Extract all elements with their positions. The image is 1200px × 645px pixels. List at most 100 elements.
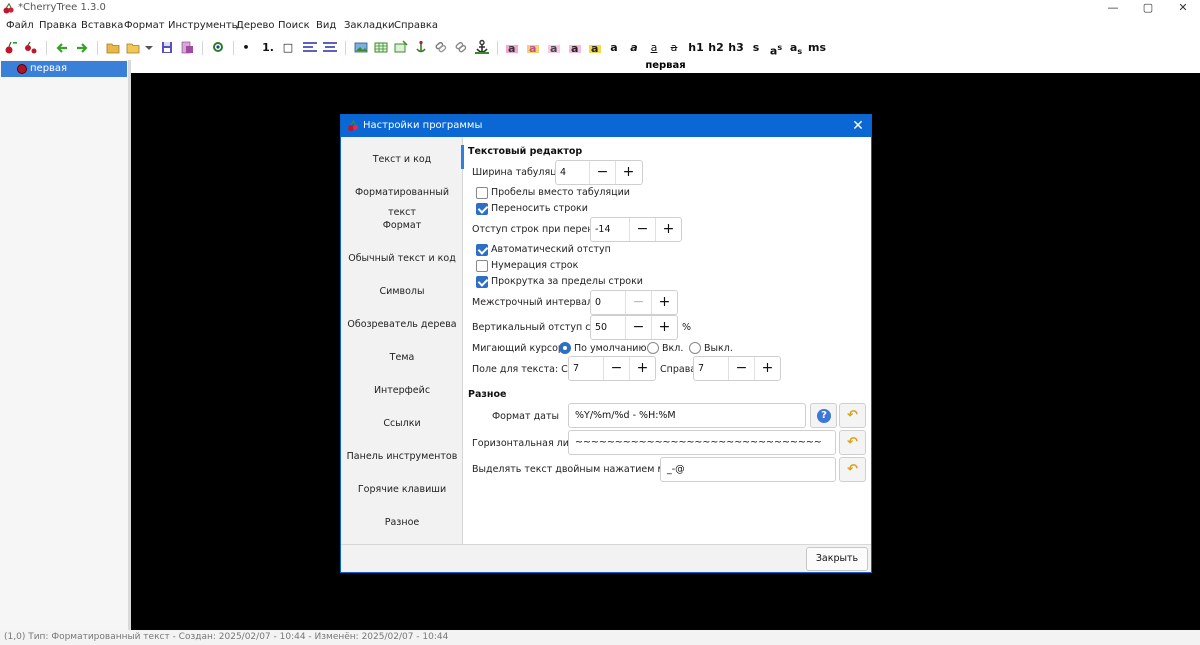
insert-table-icon[interactable] — [374, 39, 388, 56]
sidebar-item-symbols[interactable]: Символы — [341, 282, 463, 302]
sidebar-item-links[interactable]: Ссылки — [341, 414, 463, 434]
h1-button[interactable]: h1 — [688, 39, 704, 56]
add-subnode-icon[interactable] — [24, 39, 38, 56]
close-button[interactable]: Закрыть — [806, 547, 868, 571]
scroll-beyond-checkbox[interactable] — [476, 276, 488, 288]
todo-list-button[interactable]: □ — [282, 39, 294, 56]
horizontal-line-input[interactable]: ~~~~~~~~~~~~~~~~~~~~~~~~~~~~~~~ — [568, 430, 836, 455]
highlight-yellow-icon[interactable]: a — [588, 39, 602, 56]
margin-right-value: 7 — [698, 363, 705, 374]
wrap-lines-checkbox[interactable] — [476, 203, 488, 215]
dblclick-chars-input[interactable]: _-@ — [660, 457, 836, 482]
vertical-margin-increase[interactable]: + — [651, 316, 677, 339]
maximize-button[interactable]: ▢ — [1130, 0, 1166, 17]
menu-bookmarks[interactable]: Закладки — [344, 20, 395, 31]
tab-width-increase[interactable]: + — [615, 161, 641, 184]
date-format-input[interactable]: %Y/%m/%d - %H:%M — [568, 403, 806, 428]
sidebar-item-format[interactable]: Формат — [341, 216, 463, 236]
add-node-icon[interactable] — [4, 39, 18, 56]
wrap-indent-spinner[interactable]: -14 − + — [590, 217, 682, 242]
highlight-icon[interactable]: a — [568, 39, 582, 56]
margin-right-increase[interactable]: + — [754, 357, 780, 380]
menu-help[interactable]: Справка — [394, 20, 438, 31]
spaces-instead-tabs-checkbox[interactable] — [476, 187, 488, 199]
menu-edit[interactable]: Правка — [39, 20, 77, 31]
monospace-button[interactable]: ms — [808, 39, 826, 56]
superscript-button[interactable]: as — [768, 39, 784, 58]
bold-button[interactable]: a — [608, 39, 620, 56]
text-color-alt-icon[interactable]: a — [547, 39, 561, 56]
open-folder-icon[interactable] — [126, 39, 140, 56]
vertical-margin-spinner[interactable]: 50 − + — [590, 315, 678, 340]
sidebar-item-misc[interactable]: Разное — [341, 513, 463, 533]
subscript-button[interactable]: as — [788, 39, 804, 56]
menu-view[interactable]: Вид — [316, 20, 336, 31]
sidebar-item-interface[interactable]: Интерфейс — [341, 381, 463, 401]
cursor-on-radio[interactable] — [647, 342, 659, 354]
margin-left-decrease[interactable]: − — [603, 357, 629, 380]
insert-anchor-icon[interactable] — [414, 39, 428, 56]
line-spacing-decrease[interactable]: − — [625, 291, 651, 314]
line-numbers-checkbox[interactable] — [476, 260, 488, 272]
h3-button[interactable]: h3 — [728, 39, 744, 56]
justify-left-icon[interactable] — [302, 39, 318, 56]
italic-button[interactable]: a — [628, 39, 640, 56]
margin-left-increase[interactable]: + — [629, 357, 655, 380]
menu-tree[interactable]: Дерево — [236, 20, 274, 31]
horizontal-line-reset-button[interactable]: ↶ — [839, 430, 866, 455]
small-button[interactable]: s — [751, 39, 761, 56]
margin-right-decrease[interactable]: − — [728, 357, 754, 380]
close-window-button[interactable]: ✕ — [1165, 0, 1200, 17]
numbered-list-button[interactable]: 1. — [260, 39, 276, 56]
menu-format[interactable]: Формат — [124, 20, 165, 31]
export-icon[interactable] — [180, 39, 194, 56]
underline-button[interactable]: a — [648, 39, 660, 56]
tab-width-decrease[interactable]: − — [589, 161, 615, 184]
justify-center-icon[interactable] — [322, 39, 338, 56]
menu-insert[interactable]: Вставка — [81, 20, 123, 31]
strikethrough-button[interactable]: a — [668, 39, 680, 56]
cursor-default-radio[interactable] — [559, 342, 571, 354]
date-format-help-button[interactable]: ? — [810, 403, 837, 428]
bullet-list-button[interactable]: • — [240, 39, 252, 56]
date-format-reset-button[interactable]: ↶ — [839, 403, 866, 428]
tab-width-spinner[interactable]: 4 − + — [555, 160, 643, 185]
auto-indent-checkbox[interactable] — [476, 244, 488, 256]
menu-file[interactable]: Файл — [6, 20, 34, 31]
new-folder-icon[interactable] — [106, 39, 120, 56]
dropdown-arrow-icon[interactable] — [144, 39, 154, 56]
wrap-indent-increase[interactable]: + — [655, 218, 681, 241]
menu-search[interactable]: Поиск — [278, 20, 310, 31]
tree-node-selected[interactable]: первая — [1, 61, 127, 77]
vertical-margin-decrease[interactable]: − — [625, 316, 651, 339]
sidebar-item-plain-text[interactable]: Обычный текст и код — [341, 249, 463, 269]
text-bg-color-icon[interactable]: a — [526, 39, 540, 56]
sidebar-item-rich-text[interactable]: Форматированный текст — [341, 183, 463, 218]
text-fg-color-icon[interactable]: a — [505, 39, 519, 56]
dblclick-reset-button[interactable]: ↶ — [839, 457, 866, 482]
find-icon[interactable] — [211, 39, 225, 56]
margin-right-spinner[interactable]: 7 − + — [693, 356, 781, 381]
back-arrow-icon[interactable] — [55, 39, 69, 56]
wrap-indent-decrease[interactable]: − — [629, 218, 655, 241]
sidebar-item-hotkeys[interactable]: Горячие клавиши — [341, 480, 463, 500]
link-chain-icon[interactable] — [454, 39, 468, 56]
save-icon[interactable] — [160, 39, 174, 56]
menu-tools[interactable]: Инструменты — [168, 20, 240, 31]
insert-link-icon[interactable] — [434, 39, 448, 56]
line-spacing-spinner[interactable]: 0 − + — [590, 290, 678, 315]
insert-codebox-icon[interactable] — [394, 39, 408, 56]
margin-left-spinner[interactable]: 7 − + — [568, 356, 656, 381]
minimize-button[interactable]: — — [1095, 0, 1131, 17]
sidebar-item-text-code[interactable]: Текст и код — [341, 150, 463, 170]
sidebar-item-theme[interactable]: Тема — [341, 348, 463, 368]
line-spacing-increase[interactable]: + — [651, 291, 677, 314]
sidebar-item-toolbar[interactable]: Панель инструментов — [341, 447, 463, 467]
forward-arrow-icon[interactable] — [75, 39, 89, 56]
insert-image-icon[interactable] — [354, 39, 368, 56]
dialog-close-icon[interactable]: ✕ — [849, 117, 867, 135]
sidebar-item-tree-explorer[interactable]: Обозреватель дерева — [341, 315, 463, 335]
anchor-icon[interactable] — [474, 39, 490, 56]
h2-button[interactable]: h2 — [708, 39, 724, 56]
cursor-off-radio[interactable] — [689, 342, 701, 354]
